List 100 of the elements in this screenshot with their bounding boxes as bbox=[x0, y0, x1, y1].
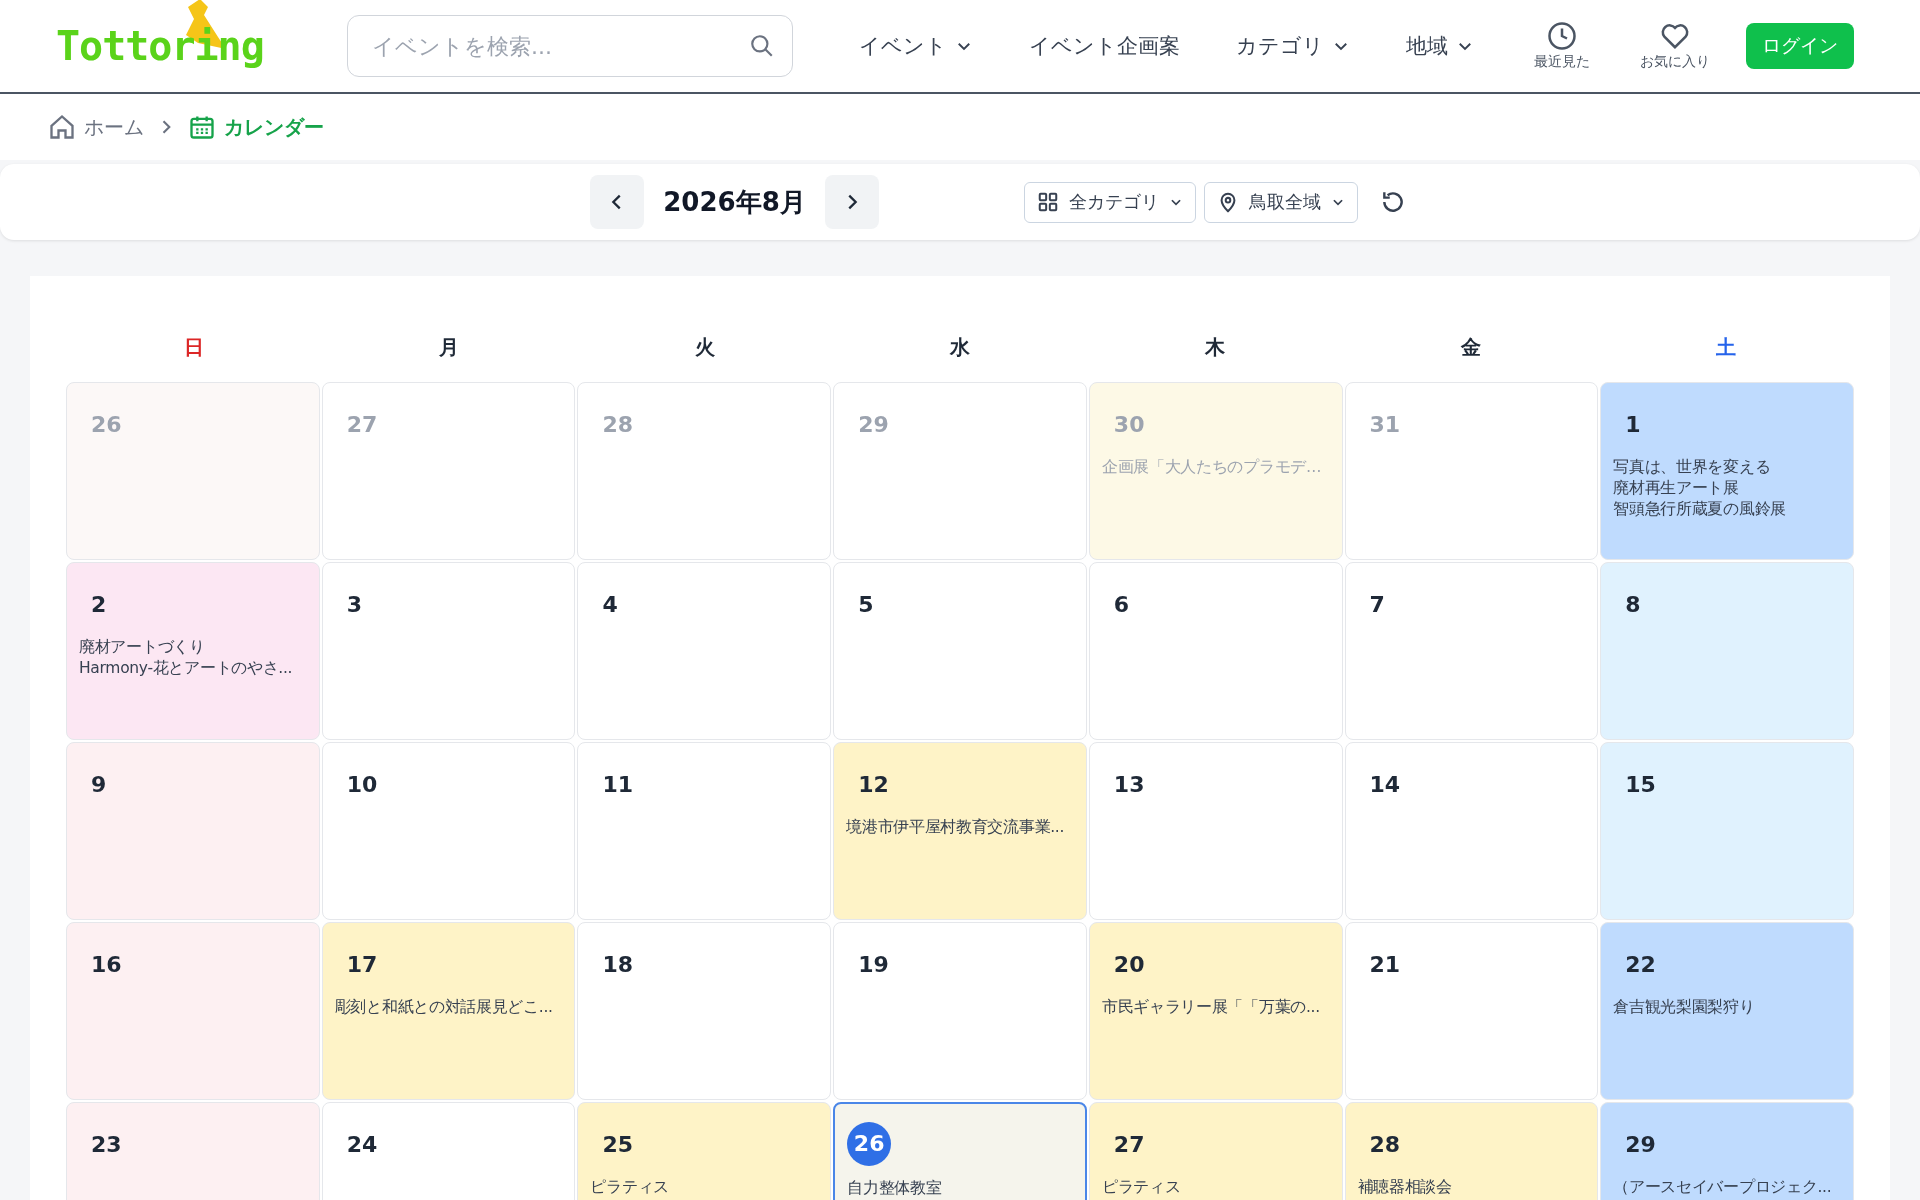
day-cell[interactable]: 13 bbox=[1088, 742, 1343, 920]
day-cell[interactable]: 21 bbox=[1344, 922, 1599, 1100]
heart-icon bbox=[1660, 21, 1690, 51]
day-number: 4 bbox=[601, 591, 618, 619]
day-cell[interactable]: 6 bbox=[1088, 562, 1343, 740]
day-number: 9 bbox=[90, 771, 107, 799]
day-number: 11 bbox=[601, 771, 634, 799]
day-cell[interactable]: 14 bbox=[1344, 742, 1599, 920]
day-cell[interactable]: 25 ピラティス bbox=[577, 1102, 832, 1200]
event-title[interactable]: ピラティス bbox=[590, 1177, 819, 1198]
day-cell[interactable]: 29 （アースセイバープロジェク... bbox=[1600, 1102, 1854, 1200]
search-icon bbox=[749, 33, 775, 59]
event-title[interactable]: 自力整体教室 bbox=[847, 1178, 1073, 1199]
filter-dropdown[interactable]: 全カテゴリ bbox=[1024, 181, 1196, 223]
event-title[interactable]: 廃材再生アート展 bbox=[1613, 478, 1841, 499]
day-number: 14 bbox=[1368, 771, 1401, 799]
weekday-label: 火 bbox=[693, 333, 716, 361]
day-cell[interactable]: 27 ピラティス bbox=[1088, 1102, 1343, 1200]
day-number: 8 bbox=[1624, 591, 1641, 619]
day-number: 26 bbox=[90, 411, 122, 439]
day-number: 15 bbox=[1624, 771, 1656, 799]
day-number: 7 bbox=[1368, 591, 1385, 619]
event-title[interactable]: Harmony-花とアートのやさ... bbox=[79, 658, 307, 679]
day-cell[interactable]: 7 bbox=[1344, 562, 1599, 740]
day-number: 5 bbox=[857, 591, 874, 619]
day-cell[interactable]: 20 市民ギャラリー展「「万葉の... bbox=[1088, 922, 1343, 1100]
day-number: 29 bbox=[857, 411, 889, 439]
day-number: 1 bbox=[1624, 411, 1641, 439]
day-cell[interactable]: 26 自力整体教室 bbox=[833, 1102, 1087, 1200]
day-number: 13 bbox=[1112, 771, 1145, 799]
day-cell[interactable]: 23 bbox=[66, 1102, 320, 1200]
event-title[interactable]: 廃材アートづくり bbox=[79, 637, 307, 658]
weekday-label: 土 bbox=[1715, 333, 1738, 361]
day-number: 29 bbox=[1624, 1131, 1656, 1159]
day-cell[interactable]: 12 境港市伊平屋村教育交流事業... bbox=[833, 742, 1087, 920]
breadcrumb-link[interactable]: ホーム bbox=[48, 113, 144, 141]
day-number: 30 bbox=[1112, 411, 1145, 439]
day-number: 16 bbox=[90, 951, 122, 979]
day-number: 25 bbox=[601, 1131, 634, 1159]
weekday-label: 金 bbox=[1459, 333, 1482, 361]
next-month-button[interactable] bbox=[825, 175, 879, 229]
icon-link[interactable]: 最近見た bbox=[1534, 21, 1590, 71]
day-number: 2 bbox=[90, 591, 107, 619]
reset-icon bbox=[1380, 189, 1406, 215]
day-number: 24 bbox=[345, 1131, 378, 1159]
event-title[interactable]: 写真は、世界を変える bbox=[1613, 457, 1841, 478]
day-number: 19 bbox=[857, 951, 889, 979]
month-title: 2026年8月 bbox=[662, 185, 807, 219]
nav-link[interactable]: 地域 bbox=[1406, 32, 1474, 60]
day-cell[interactable]: 11 bbox=[577, 742, 832, 920]
day-cell[interactable]: 8 bbox=[1600, 562, 1854, 740]
reset-button[interactable] bbox=[1380, 189, 1406, 215]
day-number: 22 bbox=[1624, 951, 1656, 979]
day-number: 23 bbox=[90, 1131, 122, 1159]
day-cell[interactable]: 9 bbox=[66, 742, 320, 920]
icon-link[interactable]: お気に入り bbox=[1640, 21, 1710, 71]
day-number: 21 bbox=[1368, 951, 1401, 979]
day-number: 6 bbox=[1112, 591, 1130, 619]
day-number: 12 bbox=[857, 771, 889, 799]
day-cell[interactable]: 10 bbox=[321, 742, 576, 920]
event-title[interactable]: 市民ギャラリー展「「万葉の... bbox=[1101, 997, 1330, 1018]
day-cell[interactable]: 19 bbox=[833, 922, 1087, 1100]
event-title[interactable]: 智頭急行所蔵夏の風鈴展 bbox=[1613, 499, 1841, 520]
event-title[interactable]: （アースセイバープロジェク... bbox=[1613, 1177, 1841, 1198]
nav-link[interactable]: イベント bbox=[859, 32, 973, 60]
day-cell[interactable]: 15 bbox=[1600, 742, 1854, 920]
event-title[interactable]: 彫刻と和紙との対話展見どこ... bbox=[334, 997, 563, 1018]
day-cell[interactable]: 2 廃材アートづくり Harmony-花とアートのやさ... bbox=[66, 562, 320, 740]
filter-dropdown[interactable]: 鳥取全域 bbox=[1204, 181, 1358, 223]
previous-month-button[interactable] bbox=[590, 175, 644, 229]
day-cell[interactable]: 17 彫刻と和紙との対話展見どこ... bbox=[321, 922, 576, 1100]
day-cell[interactable]: 5 bbox=[833, 562, 1087, 740]
day-number: 18 bbox=[601, 951, 634, 979]
day-cell[interactable]: 1 写真は、世界を変える 廃材再生アート展 智頭急行所蔵夏の風鈴展 bbox=[1600, 382, 1854, 560]
home-icon bbox=[48, 113, 76, 141]
day-number: 17 bbox=[345, 951, 378, 979]
day-cell[interactable]: 16 bbox=[66, 922, 320, 1100]
search-field[interactable]: イベントを検索... bbox=[347, 15, 793, 77]
event-title[interactable]: 補聴器相談会 bbox=[1357, 1177, 1586, 1198]
day-cell[interactable]: 22 倉吉観光梨園梨狩り bbox=[1600, 922, 1854, 1100]
day-cell[interactable]: 3 bbox=[321, 562, 576, 740]
event-title[interactable]: 倉吉観光梨園梨狩り bbox=[1613, 997, 1841, 1018]
nav-link[interactable]: カテゴリ bbox=[1236, 32, 1350, 60]
day-number: 28 bbox=[1368, 1131, 1401, 1159]
day-number: 26 bbox=[847, 1122, 892, 1166]
day-number: 20 bbox=[1112, 951, 1145, 979]
weekday-label: 日 bbox=[182, 333, 205, 361]
weekday-label: 水 bbox=[948, 333, 971, 361]
event-title[interactable]: 境港市伊平屋村教育交流事業... bbox=[846, 817, 1074, 838]
day-cell[interactable]: 4 bbox=[577, 562, 832, 740]
day-number: 31 bbox=[1368, 411, 1401, 439]
grid-icon bbox=[1037, 191, 1059, 213]
event-title[interactable]: ピラティス bbox=[1101, 1177, 1330, 1198]
day-number: 27 bbox=[345, 411, 378, 439]
day-cell[interactable]: 28 補聴器相談会 bbox=[1344, 1102, 1599, 1200]
day-cell[interactable]: 24 bbox=[321, 1102, 576, 1200]
nav-link[interactable]: イベント企画案 bbox=[1029, 32, 1180, 60]
day-cell[interactable]: 18 bbox=[577, 922, 832, 1100]
day-number: 27 bbox=[1112, 1131, 1145, 1159]
weekday-label: 月 bbox=[438, 333, 461, 361]
